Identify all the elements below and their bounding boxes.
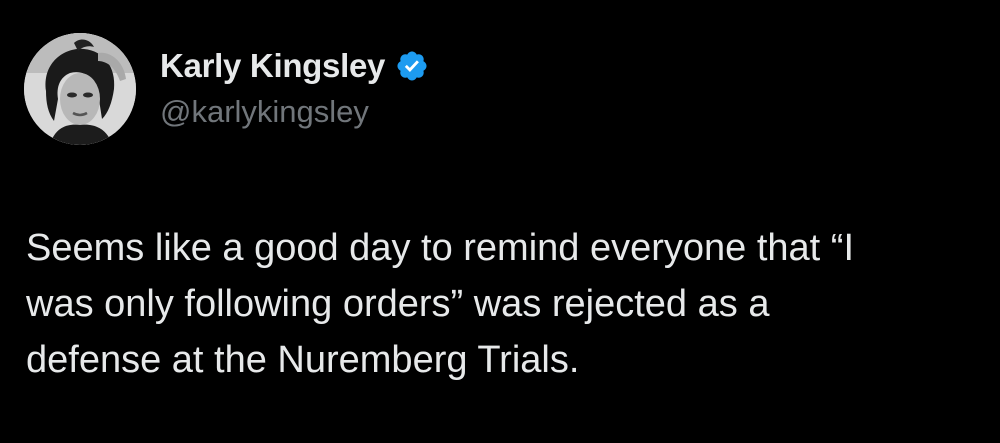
tweet-text-line: Seems like a good day to remind everyone…	[26, 227, 855, 269]
tweet-text-line: defense at the Nuremberg Trials.	[26, 339, 580, 381]
tweet-text: Seems like a good day to remind everyone…	[26, 220, 976, 388]
avatar-photo	[24, 33, 136, 145]
tweet-text-line: was only following orders” was rejected …	[26, 283, 770, 325]
avatar[interactable]	[24, 33, 136, 145]
handle[interactable]: @karlykingsley	[160, 94, 429, 130]
display-name[interactable]: Karly Kingsley	[160, 47, 385, 85]
verified-badge-icon	[395, 49, 429, 83]
name-row: Karly Kingsley	[160, 44, 429, 88]
author-info: Karly Kingsley @karlykingsley	[160, 44, 429, 130]
tweet-card: Karly Kingsley @karlykingsley Seems like…	[0, 0, 1000, 443]
